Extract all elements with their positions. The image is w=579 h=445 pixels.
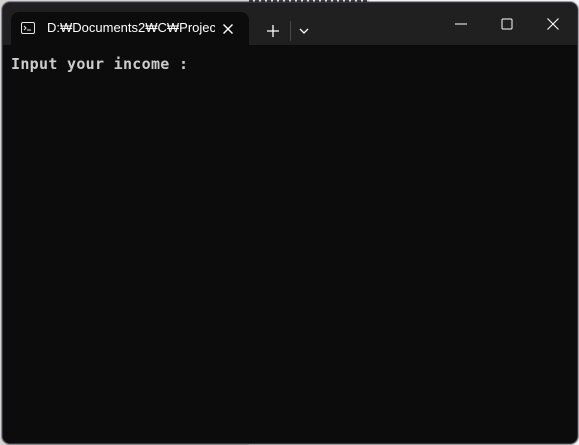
close-window-button[interactable] — [530, 3, 576, 45]
terminal-icon — [21, 22, 35, 34]
close-icon — [223, 24, 233, 34]
tab-dropdown-button[interactable] — [293, 19, 315, 43]
screen: D:₩Documents2₩C₩Project2. Input your inc… — [0, 0, 579, 445]
chevron-down-icon — [299, 28, 309, 34]
title-bar[interactable]: D:₩Documents2₩C₩Project2. — [3, 3, 577, 46]
new-tab-button[interactable] — [261, 19, 285, 43]
terminal-output-text: Input your income : — [11, 55, 198, 73]
maximize-button[interactable] — [484, 3, 530, 45]
close-icon — [547, 18, 559, 30]
plus-icon — [267, 25, 279, 37]
terminal-output-area[interactable]: Input your income : — [3, 45, 577, 443]
terminal-window: D:₩Documents2₩C₩Project2. Input your inc… — [2, 2, 578, 444]
tab-title: D:₩Documents2₩C₩Project2. — [47, 20, 215, 35]
tab-divider — [290, 21, 291, 41]
tab-terminal[interactable]: D:₩Documents2₩C₩Project2. — [11, 12, 249, 46]
tab-close-button[interactable] — [219, 20, 237, 38]
maximize-icon — [501, 18, 513, 30]
minimize-button[interactable] — [438, 3, 484, 45]
minimize-icon — [455, 23, 467, 25]
